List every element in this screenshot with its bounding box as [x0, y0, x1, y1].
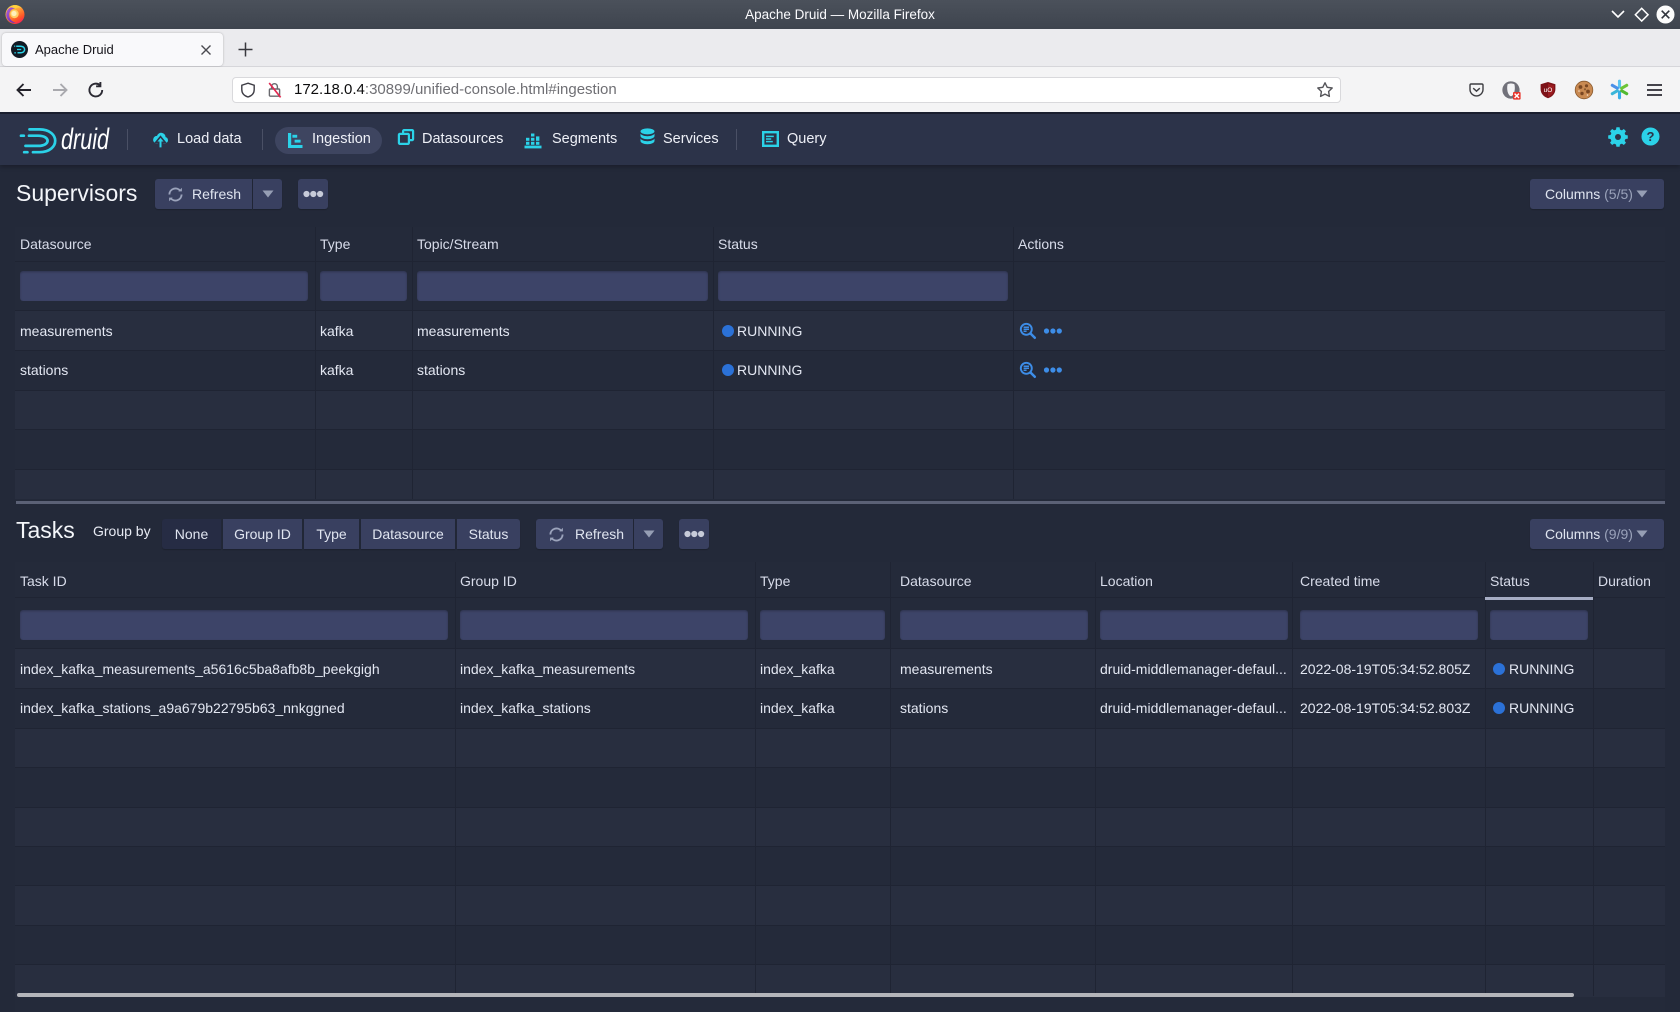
svg-text:?: ?: [1647, 129, 1655, 144]
svg-text:uO: uO: [1544, 87, 1553, 94]
